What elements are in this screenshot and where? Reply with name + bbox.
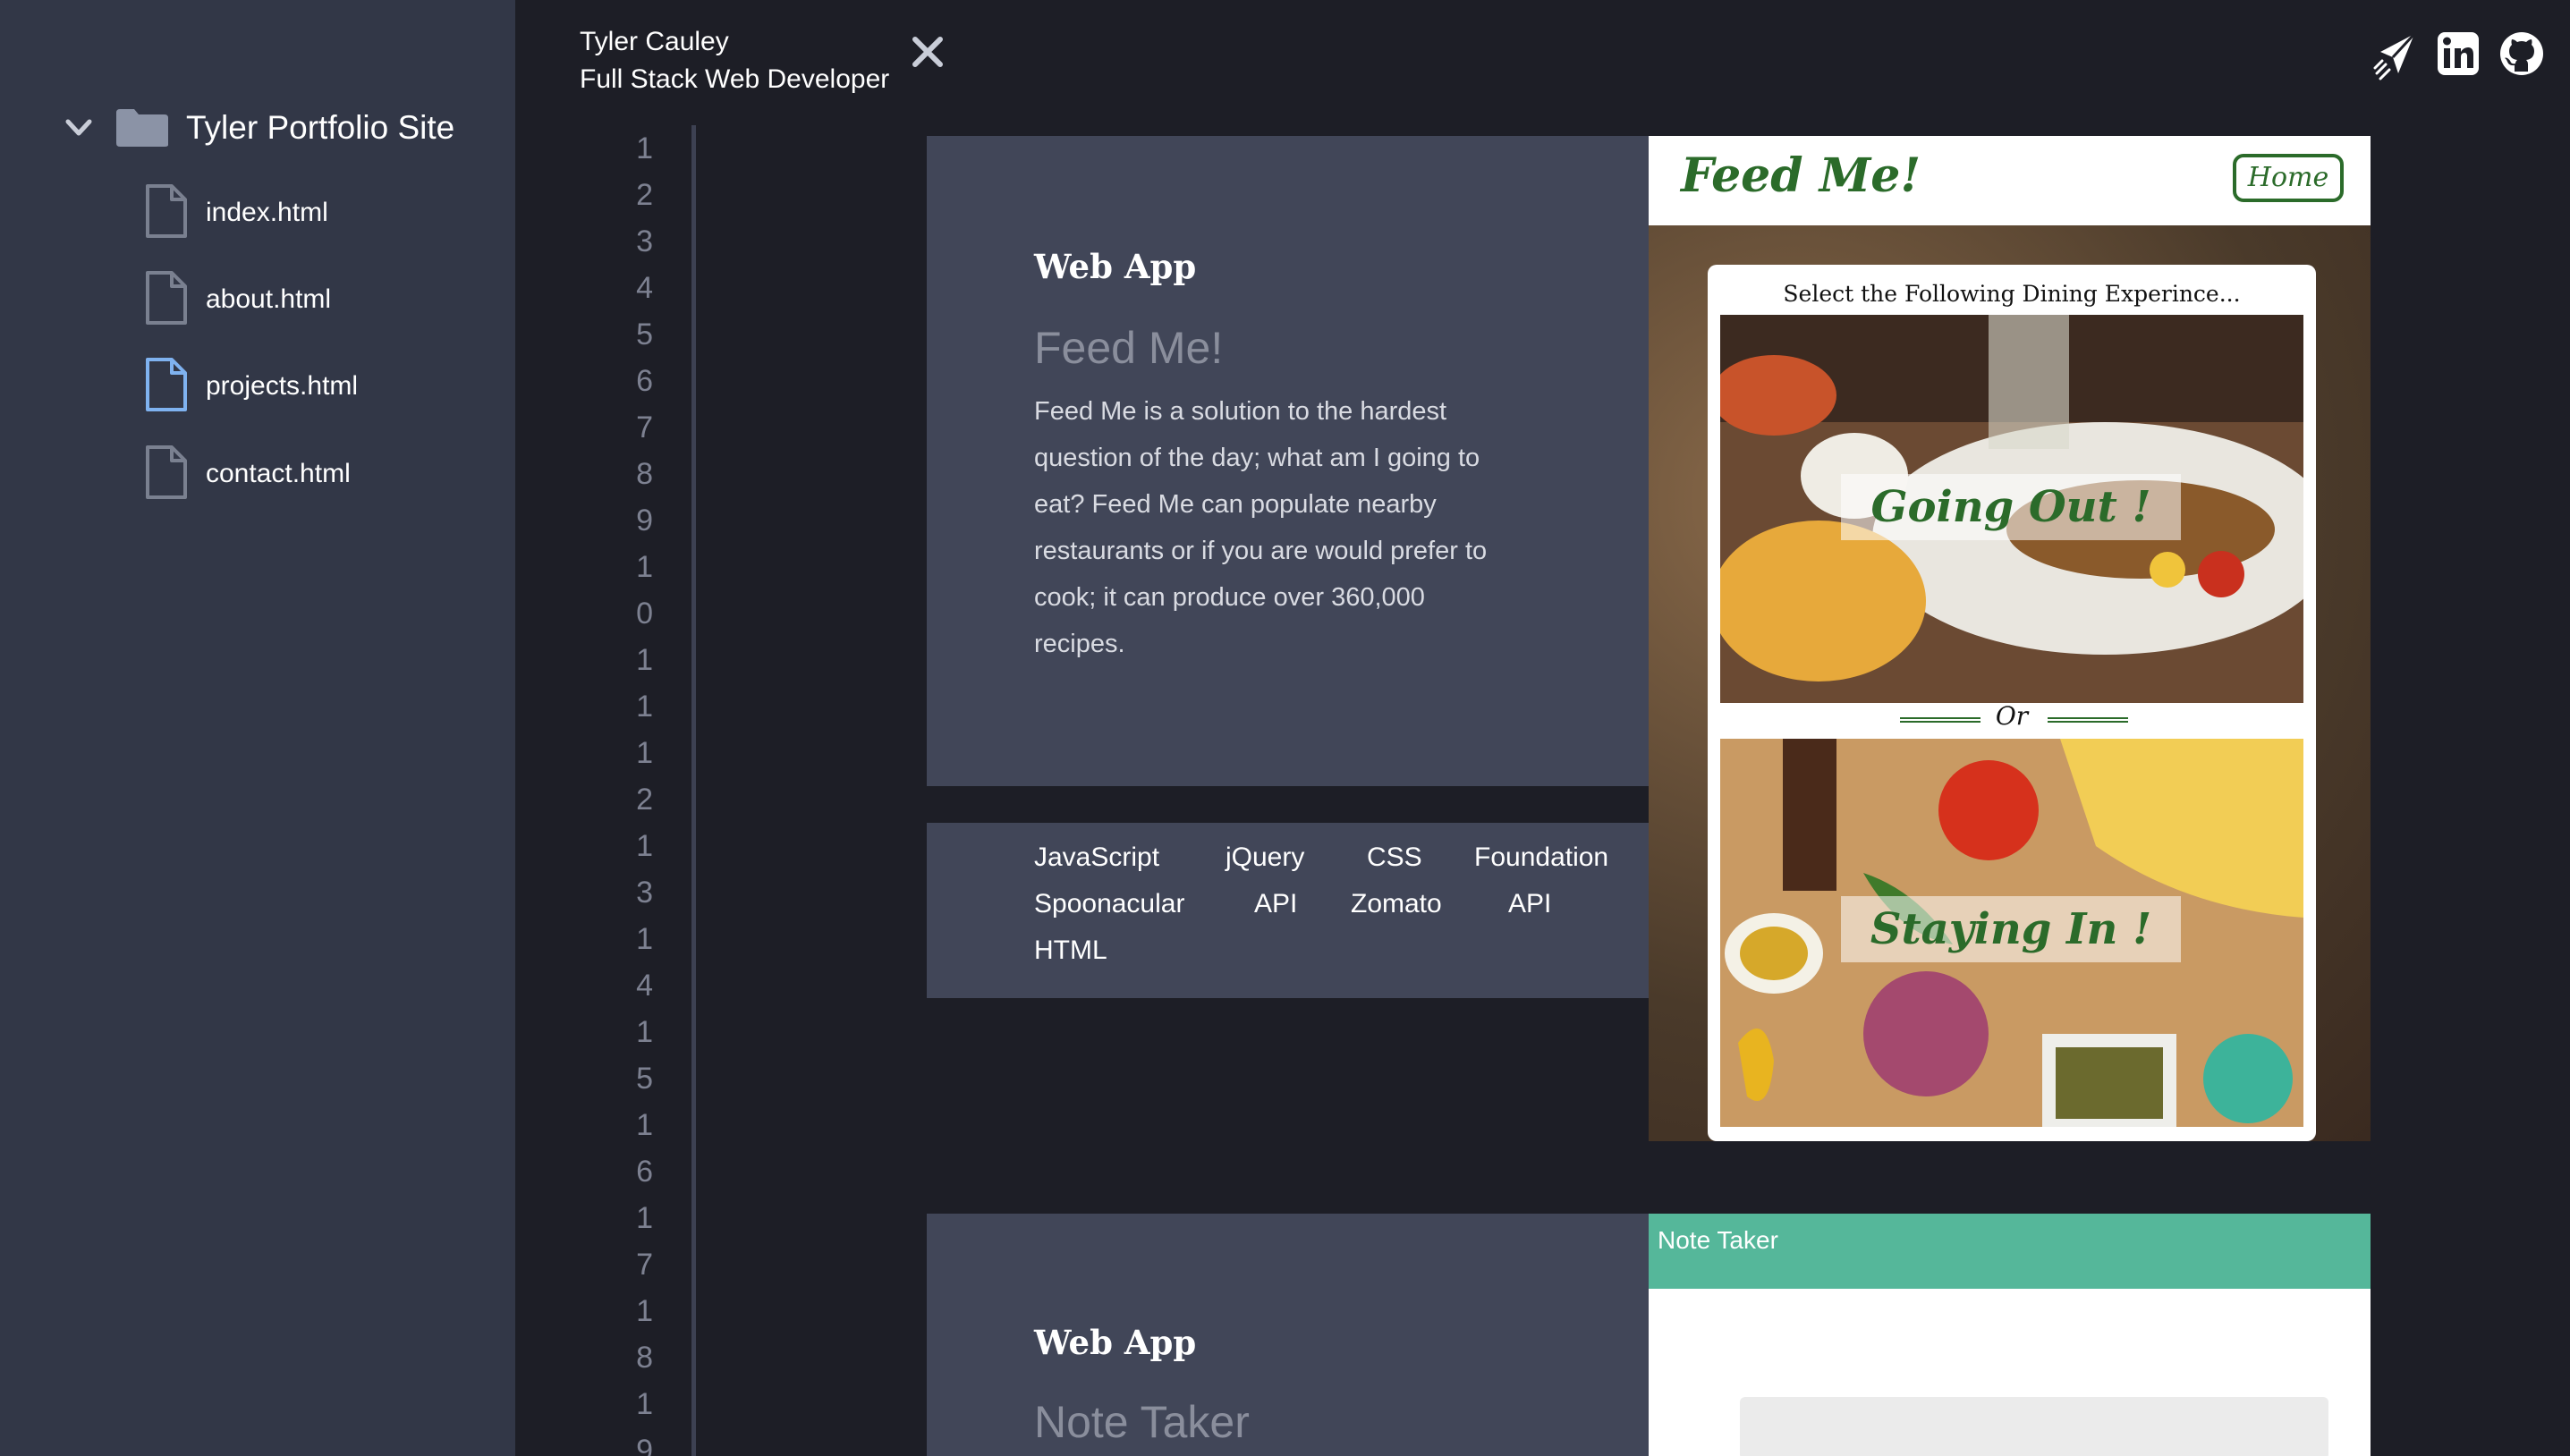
line-number: 7 (636, 411, 653, 444)
going-out-photo: Going Out ! (1720, 315, 2303, 703)
file-label: index.html (206, 198, 328, 227)
line-number: 1 (636, 1387, 653, 1421)
tech-tag: jQuery (1226, 842, 1305, 872)
file-item-contact[interactable]: contact.html (145, 443, 351, 505)
line-number: 9 (636, 504, 653, 538)
file-icon (145, 183, 188, 243)
line-number: 1 (636, 1294, 653, 1328)
project-title: Feed Me! (1034, 323, 1224, 373)
folder-name: Tyler Portfolio Site (186, 109, 455, 146)
line-number-gutter: 1 2 3 4 5 6 7 8 9 1 0 1 1 1 2 1 3 1 4 1 … (581, 125, 684, 1456)
line-number: 0 (636, 597, 653, 631)
line-number: 3 (636, 224, 653, 258)
line-number: 5 (636, 317, 653, 351)
project-title: Note Taker (1034, 1397, 1250, 1447)
file-icon (145, 444, 188, 504)
github-icon[interactable] (2498, 30, 2545, 85)
tech-tag: HTML (1034, 935, 1107, 965)
line-number: 8 (636, 1341, 653, 1375)
chevron-down-icon[interactable] (63, 112, 95, 144)
screenshot-home-button: Home (2233, 154, 2344, 202)
author-name: Tyler Cauley (580, 27, 729, 56)
screenshot-brand: Feed Me! (1681, 148, 1921, 203)
line-number: 1 (636, 643, 653, 677)
project-card-feed-me: Web App Feed Me! Feed Me is a solution t… (927, 136, 1649, 786)
screenshot-title: Note Taker (1658, 1226, 1778, 1254)
going-out-label: Going Out ! (1841, 474, 2181, 540)
social-links (2373, 30, 2545, 85)
line-number: 2 (636, 783, 653, 817)
line-number: 1 (636, 1015, 653, 1049)
screenshot-choice-card: Select the Following Dining Experince...… (1708, 265, 2316, 1141)
line-number: 1 (636, 131, 653, 165)
file-icon (145, 270, 188, 330)
tech-tag: Foundation (1474, 842, 1609, 872)
tech-tag: API (1254, 889, 1298, 918)
file-item-projects[interactable]: projects.html (145, 355, 358, 418)
tech-tag: Spoonacular (1034, 889, 1185, 918)
gutter-divider (691, 125, 696, 1456)
line-number: 1 (636, 736, 653, 770)
line-number: 6 (636, 1155, 653, 1189)
line-number: 4 (636, 271, 653, 305)
screenshot-prompt: Select the Following Dining Experince... (1783, 281, 2241, 307)
screenshot-navbar: Feed Me! Home (1649, 136, 2371, 225)
project-card-note-taker: Web App Note Taker (927, 1214, 1649, 1456)
project-kicker: Web App (1034, 247, 1197, 286)
line-number: 2 (636, 178, 653, 212)
file-icon (145, 357, 188, 417)
line-number: 1 (636, 690, 653, 724)
screenshot-navbar: Note Taker (1649, 1214, 2371, 1289)
file-label: projects.html (206, 371, 359, 401)
line-number: 7 (636, 1248, 653, 1282)
tech-tag: CSS (1367, 842, 1422, 872)
folder-tyler-portfolio-site[interactable]: Tyler Portfolio Site (63, 97, 454, 159)
project-kicker: Web App (1034, 1323, 1197, 1362)
file-explorer-sidebar: Tyler Portfolio Site index.html about.ht… (0, 0, 515, 1456)
line-number: 6 (636, 364, 653, 398)
tech-tag: JavaScript (1034, 842, 1160, 872)
project-screenshot-feed-me[interactable]: Feed Me! Home Select the Following Dinin… (1649, 136, 2371, 1141)
line-number: 3 (636, 876, 653, 910)
or-text: Or (1995, 701, 2029, 731)
file-item-about[interactable]: about.html (145, 268, 331, 331)
file-label: contact.html (206, 459, 351, 488)
file-item-index[interactable]: index.html (145, 182, 328, 244)
author-role: Full Stack Web Developer (580, 64, 890, 94)
staying-in-label: Staying In ! (1841, 896, 2181, 962)
line-number: 1 (636, 1108, 653, 1142)
line-number: 9 (636, 1434, 653, 1456)
paper-plane-icon[interactable] (2373, 30, 2418, 85)
close-icon[interactable] (910, 34, 946, 70)
line-number: 8 (636, 457, 653, 491)
line-number: 1 (636, 550, 653, 584)
line-number: 4 (636, 969, 653, 1003)
staying-in-photo: Staying In ! (1720, 739, 2303, 1127)
line-number: 1 (636, 1201, 653, 1235)
line-number: 5 (636, 1062, 653, 1096)
folder-icon (115, 107, 170, 148)
screenshot-note-panel (1740, 1397, 2328, 1456)
or-divider: Or (1708, 701, 2316, 737)
project-screenshot-note-taker[interactable]: Note Taker (1649, 1214, 2371, 1456)
tech-tag: API (1508, 889, 1552, 918)
project-description: Feed Me is a solution to the hardest que… (1034, 397, 1488, 658)
file-label: about.html (206, 284, 332, 314)
linkedin-icon[interactable] (2436, 30, 2481, 85)
tech-tag: Zomato (1351, 889, 1442, 918)
site-header: Tyler Cauley Full Stack Web Developer (580, 23, 889, 98)
line-number: 1 (636, 922, 653, 956)
line-number: 1 (636, 829, 653, 863)
